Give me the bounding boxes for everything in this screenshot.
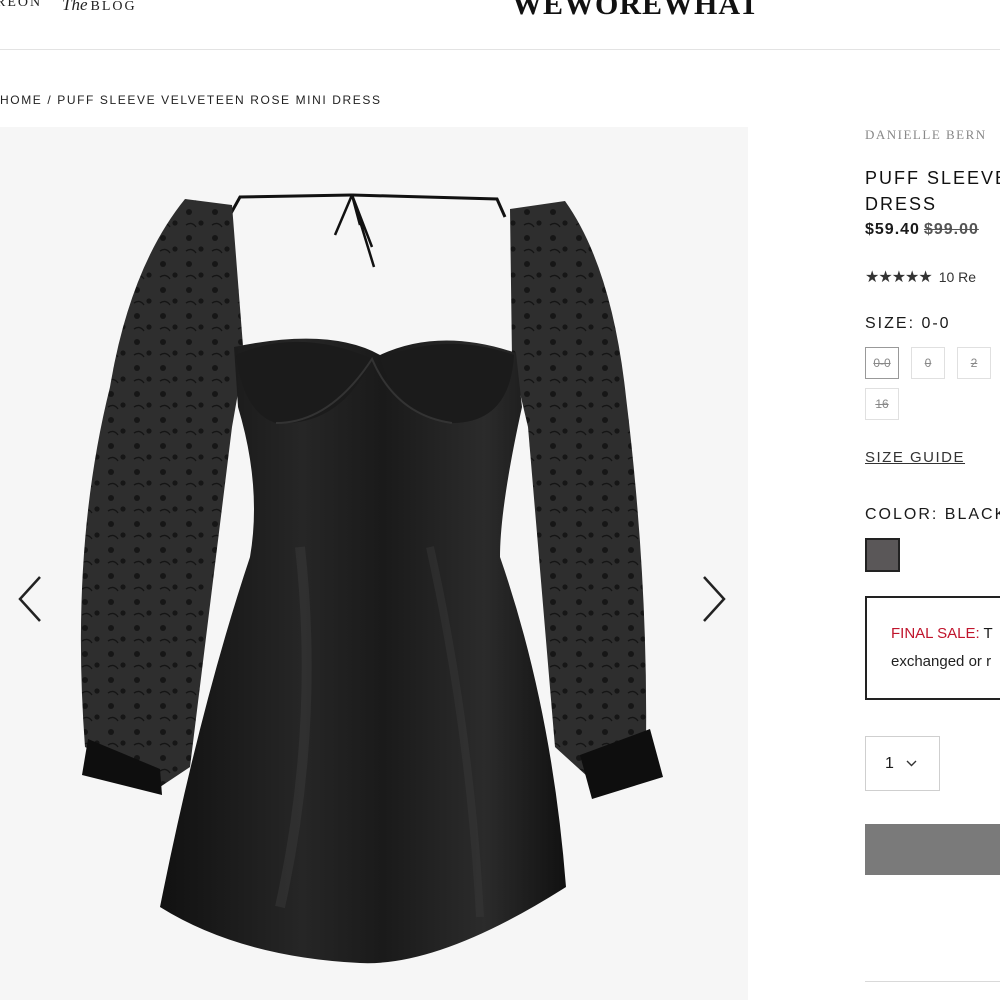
size-option-16[interactable]: 16: [865, 388, 899, 420]
chevron-right-icon: [703, 576, 726, 622]
color-swatch-black[interactable]: [865, 538, 900, 572]
color-label: COLOR: BLACK: [865, 506, 1000, 523]
product-brand[interactable]: DANIELLE BERN: [865, 127, 987, 143]
chevron-down-icon: [906, 758, 917, 770]
add-to-cart-button[interactable]: [865, 824, 1000, 875]
product-title: PUFF SLEEVE DRESS: [865, 165, 1000, 217]
gallery-prev-button[interactable]: [10, 569, 50, 629]
nav-blog-link[interactable]: The BLOG: [62, 0, 137, 15]
final-sale-title: FINAL SALE:: [891, 625, 980, 642]
product-title-line1: PUFF SLEEVE: [865, 168, 1000, 188]
product-image: [80, 193, 663, 964]
quantity-select[interactable]: 1: [865, 736, 940, 791]
breadcrumb-current: PUFF SLEEVE VELVETEEN ROSE MINI DRESS: [57, 93, 382, 107]
review-count: 10 Re: [938, 269, 977, 285]
size-option-2[interactable]: 2: [957, 347, 991, 379]
gallery-next-button[interactable]: [694, 569, 734, 629]
nav-blog-the: The: [62, 0, 88, 14]
quantity-value: 1: [885, 754, 894, 772]
size-option-0[interactable]: 0: [911, 347, 945, 379]
sale-price: $59.40: [865, 221, 920, 238]
product-gallery: [0, 127, 748, 1000]
final-sale-line2: exchanged or r: [891, 653, 992, 670]
final-sale-text: T: [979, 625, 993, 642]
final-sale-line1: FINAL SALE: T: [891, 625, 993, 642]
breadcrumb: HOME / PUFF SLEEVE VELVETEEN ROSE MINI D…: [0, 93, 382, 107]
chevron-left-icon: [18, 576, 41, 622]
size-label: SIZE: 0-0: [865, 315, 951, 332]
star-rating-icon: ★★★★★: [865, 269, 933, 286]
top-navigation: REON The BLOG WEWOREWHAT: [0, 0, 1000, 50]
product-info: DANIELLE BERN PUFF SLEEVE DRESS $59.40 $9…: [865, 127, 1000, 1000]
size-option-0-0[interactable]: 0-0: [865, 347, 899, 379]
site-logo[interactable]: WEWOREWHAT: [512, 0, 760, 22]
divider: [865, 981, 1000, 982]
size-guide-link[interactable]: SIZE GUIDE: [865, 449, 965, 466]
product-title-line2: DRESS: [865, 194, 938, 214]
product-price: $59.40 $99.00: [865, 221, 979, 239]
nav-patreon-link[interactable]: REON: [0, 0, 42, 11]
product-rating[interactable]: ★★★★★ 10 Re: [865, 267, 976, 287]
nav-blog-label: BLOG: [90, 0, 137, 14]
final-sale-notice: FINAL SALE: T exchanged or r: [865, 596, 1000, 700]
compare-price: $99.00: [923, 221, 979, 238]
breadcrumb-home[interactable]: HOME: [0, 93, 42, 107]
breadcrumb-separator: /: [47, 93, 53, 107]
